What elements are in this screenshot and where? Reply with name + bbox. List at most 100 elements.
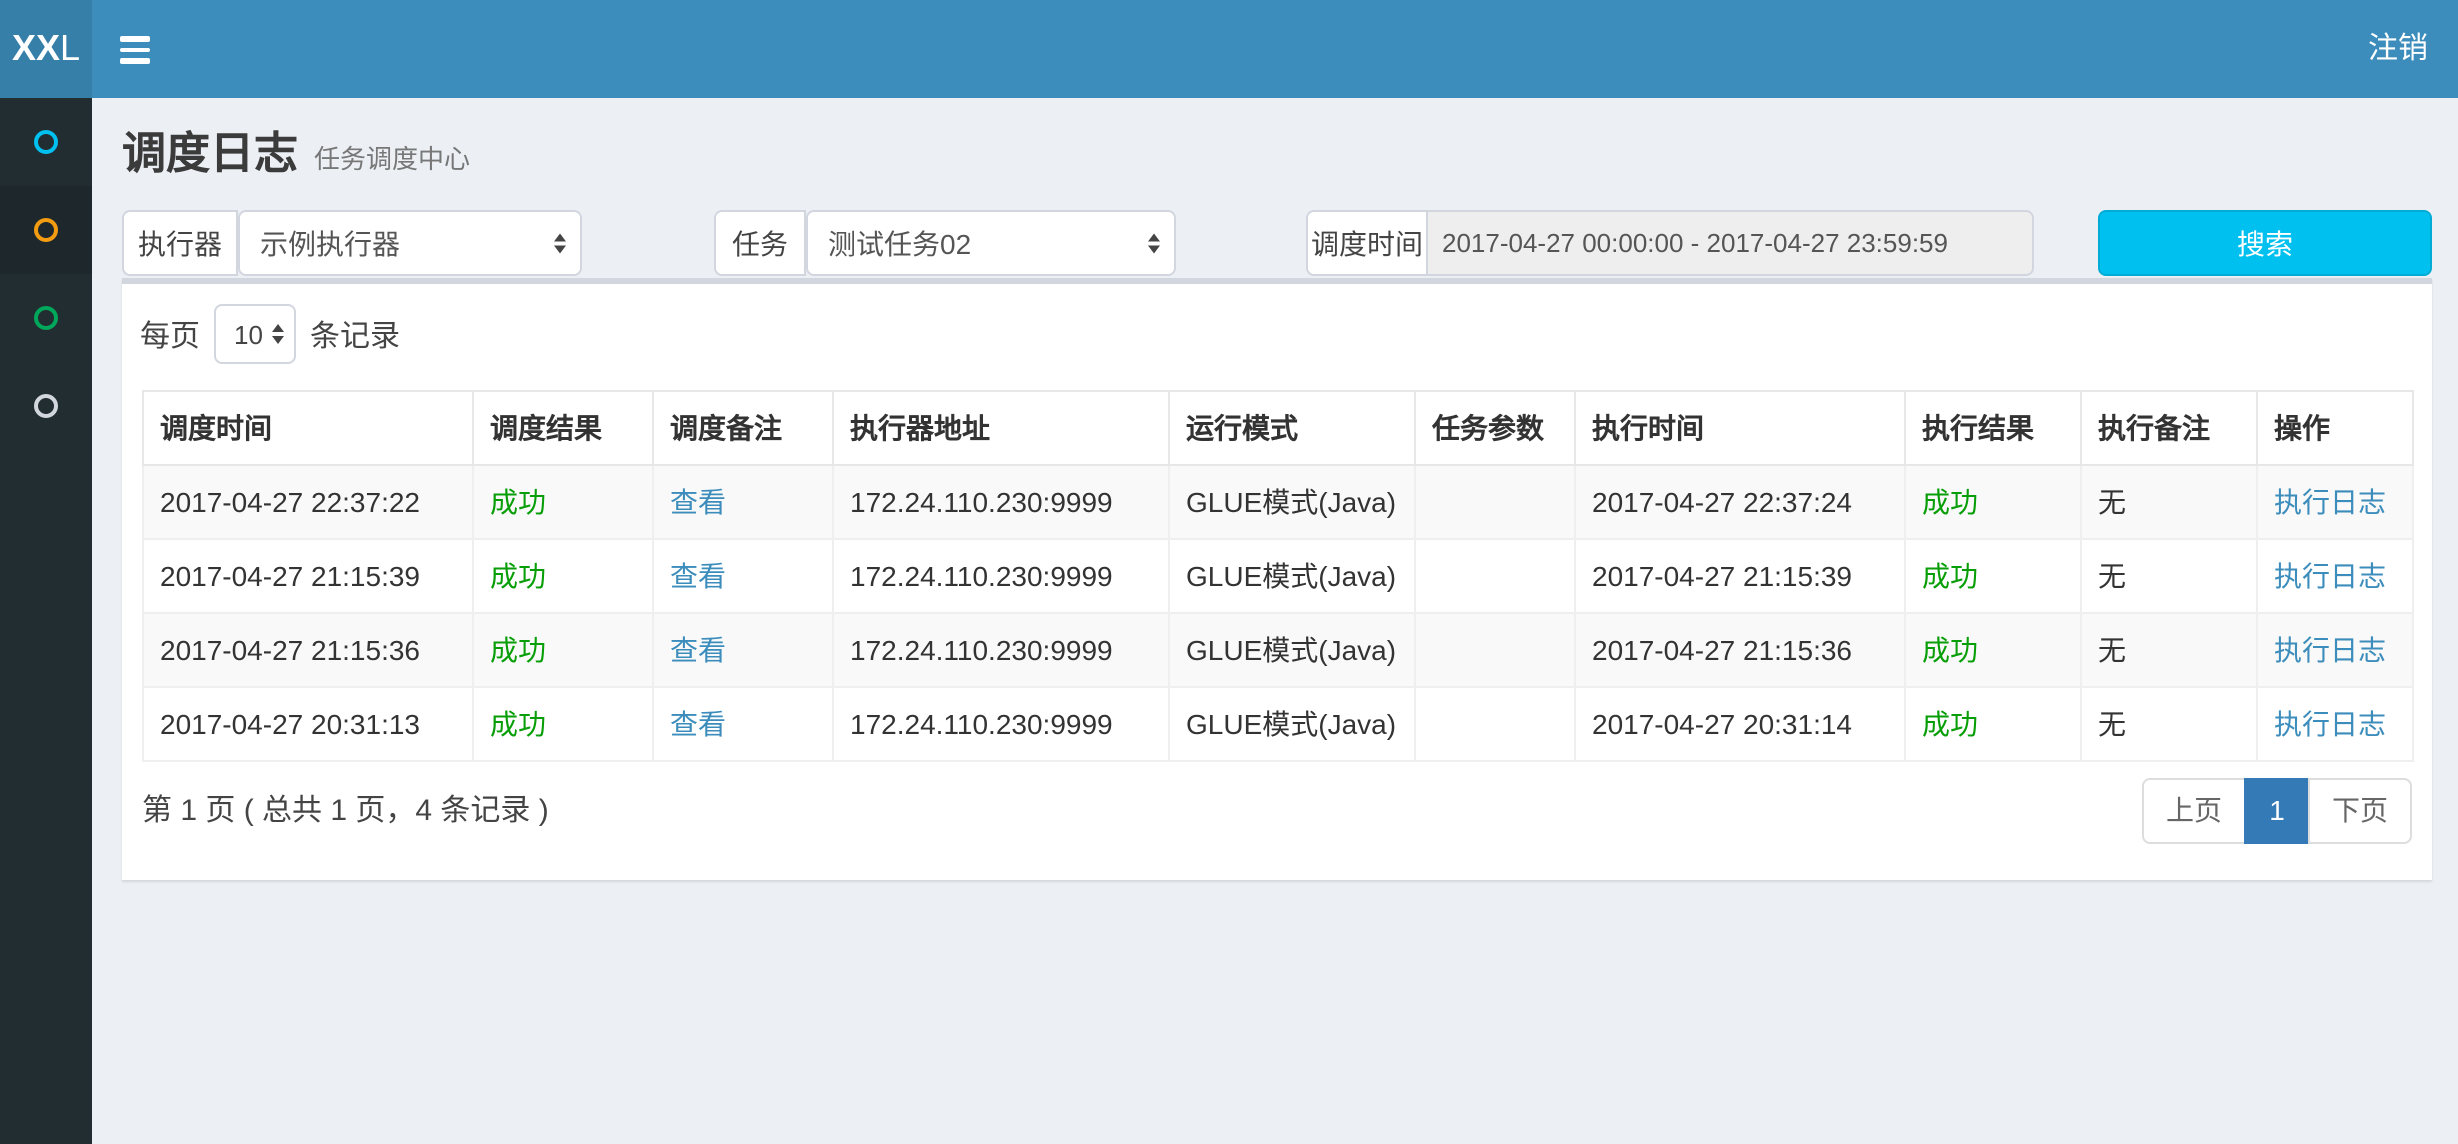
log-table-row: 2017-04-27 22:37:22 成功 查看 172.24.110.230:99…	[143, 465, 2413, 539]
cell-exec-note: 无	[2081, 465, 2257, 539]
dispatch-result-text: 成功	[490, 708, 546, 740]
executor-select[interactable]: 示例执行器	[238, 210, 582, 276]
cell-action: 执行日志	[2257, 465, 2413, 539]
col-header-job-param: 任务参数	[1415, 391, 1575, 465]
sidebar-menu	[0, 98, 92, 1144]
cell-executor-address: 172.24.110.230:9999	[833, 539, 1169, 613]
exec-note-text: 无	[2098, 560, 2126, 592]
cell-dispatch-result: 成功	[473, 465, 653, 539]
per-page-select[interactable]: 10	[214, 304, 296, 364]
exec-result-text: 成功	[1922, 708, 1978, 740]
run-mode-text: GLUE模式(Java)	[1186, 486, 1396, 518]
executor-filter-label: 执行器	[122, 210, 238, 276]
per-page-suffix: 条记录	[310, 313, 400, 355]
sidebar-item-4[interactable]	[0, 362, 92, 450]
cell-run-mode: GLUE模式(Java)	[1169, 687, 1415, 761]
cell-exec-result: 成功	[1905, 465, 2081, 539]
sidebar-toggle-button[interactable]	[92, 0, 180, 98]
cell-exec-time: 2017-04-27 22:37:24	[1575, 465, 1905, 539]
app-logo[interactable]: XXL	[0, 0, 92, 98]
action-link[interactable]: 执行日志	[2274, 634, 2386, 666]
exec-result-text: 成功	[1922, 560, 1978, 592]
pagination-controls: 上页 1 下页	[2142, 778, 2412, 844]
time-range-input[interactable]: 2017-04-27 00:00:00 - 2017-04-27 23:59:5…	[1428, 210, 2034, 276]
cell-exec-note: 无	[2081, 539, 2257, 613]
cell-run-mode: GLUE模式(Java)	[1169, 465, 1415, 539]
exec-result-text: 成功	[1922, 634, 1978, 666]
cell-run-mode: GLUE模式(Java)	[1169, 539, 1415, 613]
cell-action: 执行日志	[2257, 687, 2413, 761]
cell-exec-time: 2017-04-27 21:15:39	[1575, 539, 1905, 613]
job-select[interactable]: 测试任务02	[806, 210, 1176, 276]
cell-exec-result: 成功	[1905, 613, 2081, 687]
cell-job-param	[1415, 465, 1575, 539]
time-filter-label: 调度时间	[1306, 210, 1428, 276]
select-arrows-icon	[1148, 233, 1160, 254]
sidebar-item-3[interactable]	[0, 274, 92, 362]
next-page-button[interactable]: 下页	[2308, 778, 2412, 844]
search-button[interactable]: 搜索	[2098, 210, 2432, 276]
job-select-value: 测试任务02	[828, 223, 971, 263]
executor-address-text: 172.24.110.230:9999	[850, 486, 1113, 518]
page-subtitle: 任务调度中心	[314, 144, 470, 174]
action-link[interactable]: 执行日志	[2274, 560, 2386, 592]
executor-select-value: 示例执行器	[260, 223, 400, 263]
page-title: 调度日志	[122, 128, 298, 178]
executor-address-text: 172.24.110.230:9999	[850, 708, 1113, 740]
cell-executor-address: 172.24.110.230:9999	[833, 613, 1169, 687]
cell-exec-time: 2017-04-27 20:31:14	[1575, 687, 1905, 761]
cell-job-param	[1415, 687, 1575, 761]
table-header-row: 调度时间调度结果调度备注执行器地址运行模式任务参数执行时间执行结果执行备注操作	[143, 391, 2413, 465]
col-header-dispatch-time: 调度时间	[143, 391, 473, 465]
exec-note-text: 无	[2098, 486, 2126, 518]
logout-link[interactable]: 注销	[2368, 0, 2428, 98]
hamburger-icon	[120, 36, 150, 69]
cell-dispatch-note: 查看	[653, 539, 833, 613]
executor-address-text: 172.24.110.230:9999	[850, 634, 1113, 666]
cell-run-mode: GLUE模式(Java)	[1169, 613, 1415, 687]
dispatch-note-link[interactable]: 查看	[670, 560, 726, 592]
dispatch-result-text: 成功	[490, 634, 546, 666]
run-mode-text: GLUE模式(Java)	[1186, 634, 1396, 666]
cell-dispatch-result: 成功	[473, 613, 653, 687]
pagination-info: 第 1 页 ( 总共 1 页，4 条记录 )	[142, 778, 549, 844]
dispatch-time-text: 2017-04-27 22:37:22	[160, 486, 420, 518]
log-table: 调度时间调度结果调度备注执行器地址运行模式任务参数执行时间执行结果执行备注操作2…	[142, 390, 2414, 762]
exec-time-text: 2017-04-27 22:37:24	[1592, 486, 1852, 518]
exec-result-text: 成功	[1922, 486, 1978, 518]
prev-page-button[interactable]: 上页	[2142, 778, 2246, 844]
pagination-bar: 第 1 页 ( 总共 1 页，4 条记录 ) 上页 1 下页	[142, 778, 2412, 844]
col-header-dispatch-result: 调度结果	[473, 391, 653, 465]
exec-note-text: 无	[2098, 708, 2126, 740]
col-header-dispatch-note: 调度备注	[653, 391, 833, 465]
dispatch-result-text: 成功	[490, 486, 546, 518]
dispatch-note-link[interactable]: 查看	[670, 708, 726, 740]
page-1-button[interactable]: 1	[2244, 778, 2310, 844]
sidebar-item-1[interactable]	[0, 98, 92, 186]
cell-dispatch-time: 2017-04-27 21:15:39	[143, 539, 473, 613]
cell-dispatch-note: 查看	[653, 465, 833, 539]
col-header-exec-note: 执行备注	[2081, 391, 2257, 465]
col-header-exec-time: 执行时间	[1575, 391, 1905, 465]
run-mode-text: GLUE模式(Java)	[1186, 708, 1396, 740]
circle-outline-icon	[34, 130, 58, 154]
logo-text-bold: XX	[12, 28, 60, 70]
cell-exec-time: 2017-04-27 21:15:36	[1575, 613, 1905, 687]
action-link[interactable]: 执行日志	[2274, 486, 2386, 518]
dispatch-note-link[interactable]: 查看	[670, 486, 726, 518]
dispatch-note-link[interactable]: 查看	[670, 634, 726, 666]
cell-dispatch-time: 2017-04-27 21:15:36	[143, 613, 473, 687]
cell-dispatch-time: 2017-04-27 22:37:22	[143, 465, 473, 539]
log-table-row: 2017-04-27 20:31:13 成功 查看 172.24.110.230:99…	[143, 687, 2413, 761]
cell-dispatch-note: 查看	[653, 613, 833, 687]
content-area: 调度日志任务调度中心 执行器 示例执行器 任务 测试任务02 调度时间 2017…	[92, 98, 2458, 1144]
action-link[interactable]: 执行日志	[2274, 708, 2386, 740]
cell-job-param	[1415, 613, 1575, 687]
col-header-executor-address: 执行器地址	[833, 391, 1169, 465]
sidebar-item-2[interactable]	[0, 186, 92, 274]
select-arrows-icon	[272, 324, 284, 344]
cell-executor-address: 172.24.110.230:9999	[833, 687, 1169, 761]
cell-dispatch-time: 2017-04-27 20:31:13	[143, 687, 473, 761]
col-header-exec-result: 执行结果	[1905, 391, 2081, 465]
col-header-run-mode: 运行模式	[1169, 391, 1415, 465]
